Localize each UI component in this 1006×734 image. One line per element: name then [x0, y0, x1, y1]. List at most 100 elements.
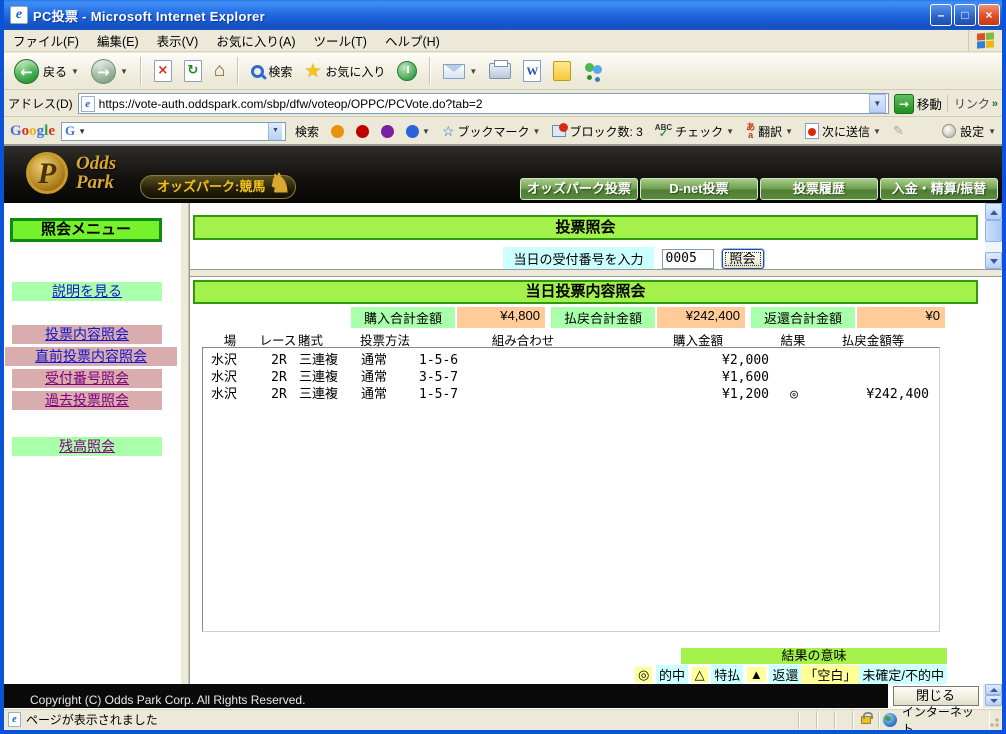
- horse-icon: ♞: [268, 168, 292, 198]
- toolbar-separator: [237, 57, 240, 85]
- status-message-panel: e ページが表示されました: [4, 710, 799, 729]
- links-menu[interactable]: リンク »: [946, 95, 998, 112]
- sidebar-link-balance[interactable]: 残高照会: [12, 437, 162, 456]
- back-button[interactable]: ← 戻る ▼: [10, 57, 83, 86]
- google-search-button[interactable]: 検索: [292, 122, 322, 141]
- google-logo: Google: [10, 122, 56, 139]
- favorites-button[interactable]: ★ お気に入り: [300, 58, 389, 85]
- vote-inquiry-title: 投票照会: [193, 215, 978, 240]
- mail-button[interactable]: ▼: [439, 62, 481, 81]
- title-bar: e PC投票 - Microsoft Internet Explorer – □…: [4, 0, 1002, 30]
- table-row: 水沢 2R 三連複 通常 1-5-7 ¥1,200 ◎ ¥242,400: [211, 387, 929, 402]
- search-button[interactable]: 検索: [247, 61, 296, 82]
- word-icon: W: [523, 60, 542, 82]
- google-settings-button[interactable]: 設定 ▼: [942, 123, 996, 140]
- totals-summary: 購入合計金額 ¥4,800 払戻合計金額 ¥242,400 返還合計金額 ¥0: [345, 307, 945, 328]
- nav-deposit-button[interactable]: 入金・精算/振替: [880, 178, 998, 200]
- receipt-number-label: 当日の受付番号を入力: [503, 247, 654, 270]
- site-info-icon[interactable]: [328, 124, 347, 139]
- menu-favorites[interactable]: お気に入り(A): [207, 28, 304, 53]
- home-button[interactable]: ⌂: [210, 58, 229, 84]
- go-button[interactable]: → 移動: [893, 93, 942, 114]
- frame-divider-horizontal[interactable]: [190, 269, 1002, 277]
- purchase-total-label: 購入合計金額: [351, 307, 455, 328]
- menu-help[interactable]: ヘルプ(H): [376, 28, 449, 53]
- popup-blocker-button[interactable]: ブロック数: 3: [549, 122, 645, 141]
- scroll-down-icon[interactable]: [985, 252, 1002, 269]
- menu-tools[interactable]: ツール(T): [304, 28, 375, 53]
- window-title: PC投票 - Microsoft Internet Explorer: [33, 8, 265, 24]
- menu-edit[interactable]: 編集(E): [88, 28, 148, 53]
- sidebar-link-last-vote-inquiry[interactable]: 直前投票内容照会: [5, 347, 177, 366]
- spellcheck-button[interactable]: ABC ✓ チェック ▼: [652, 122, 737, 141]
- receipt-number-input[interactable]: [661, 248, 714, 269]
- status-bar: e ページが表示されました インターネット: [4, 705, 1002, 730]
- keiba-badge: オッズパーク:競馬 ♞: [140, 170, 297, 199]
- forward-icon: →: [90, 58, 116, 84]
- resize-grip[interactable]: [989, 710, 1002, 729]
- address-input[interactable]: e https://vote-auth.oddspark.com/sbp/dfw…: [77, 93, 889, 114]
- bookmark-star-icon: ☆: [441, 122, 455, 139]
- print-icon: [489, 60, 512, 79]
- minimize-button[interactable]: –: [930, 4, 952, 26]
- scroll-up-icon[interactable]: [985, 684, 1002, 695]
- top-frame-scrollbar[interactable]: [985, 203, 1002, 269]
- translate-icon: あa: [746, 122, 756, 140]
- highlighter-icon: ✎: [892, 123, 904, 138]
- legend-blank-symbol: 「空白」: [801, 665, 860, 684]
- payout-total-label: 払戻合計金額: [551, 307, 655, 328]
- sidebar-link-vote-inquiry[interactable]: 投票内容照会: [12, 325, 162, 344]
- history-button[interactable]: [393, 59, 421, 83]
- nav-dnet-vote-button[interactable]: D-net投票: [640, 178, 758, 200]
- main-frames: 投票照会 当日の受付番号を入力 照会 当日投票内容照会 購入合計金額: [190, 203, 1002, 684]
- send-to-button[interactable]: 次に送信 ▼: [802, 122, 884, 141]
- sidebar-link-help[interactable]: 説明を見る: [12, 282, 162, 301]
- edit-word-button[interactable]: W: [519, 58, 545, 84]
- rakuten-icon[interactable]: [353, 124, 372, 139]
- scroll-thumb[interactable]: [985, 220, 1002, 242]
- translate-button[interactable]: あa 翻訳 ▼: [743, 122, 796, 141]
- inquiry-submit-button[interactable]: 照会: [721, 248, 764, 269]
- refresh-icon: ↻: [183, 60, 202, 82]
- nav-vote-history-button[interactable]: 投票履歴: [760, 178, 878, 200]
- lock-icon: [860, 711, 873, 724]
- sidebar-link-past-votes[interactable]: 過去投票照会: [12, 391, 162, 410]
- nav-oddspark-vote-button[interactable]: オッズパーク投票: [520, 178, 638, 200]
- page-footer: Copyright (C) Odds Park Corp. All Rights…: [4, 684, 983, 708]
- highlighter-button[interactable]: ✎: [890, 122, 907, 140]
- address-label: アドレス(D): [8, 97, 73, 111]
- refund-total-value: ¥0: [857, 307, 945, 328]
- scroll-down-icon[interactable]: [985, 695, 1002, 706]
- google-search-dropdown-icon[interactable]: ▼: [78, 127, 86, 136]
- frame-divider-vertical[interactable]: [180, 203, 190, 684]
- address-dropdown-icon[interactable]: ▼: [868, 94, 886, 113]
- stop-button[interactable]: ×: [150, 58, 176, 84]
- google-search-input[interactable]: G ▼ ▼: [61, 121, 287, 141]
- scroll-up-icon[interactable]: [985, 203, 1002, 220]
- menu-file[interactable]: ファイル(F): [4, 28, 88, 53]
- messenger-button[interactable]: [579, 59, 609, 83]
- bottom-frame-scrollbar[interactable]: [985, 684, 1002, 708]
- forward-button[interactable]: → ▼: [87, 57, 132, 86]
- extra-tool-icon[interactable]: ▼: [403, 124, 433, 139]
- sidebar-link-receipt-number[interactable]: 受付番号照会: [12, 369, 162, 388]
- maximize-button[interactable]: □: [954, 4, 976, 26]
- toolbar-separator: [139, 57, 142, 85]
- google-bookmarks-button[interactable]: ☆ ブックマーク ▼: [439, 122, 544, 141]
- back-dropdown-icon[interactable]: ▼: [71, 67, 79, 76]
- yahoo-icon[interactable]: [378, 124, 397, 139]
- menu-view[interactable]: 表示(V): [148, 28, 208, 53]
- oddspark-logo[interactable]: P Odds Park: [26, 152, 116, 194]
- status-panel: [817, 710, 835, 729]
- print-button[interactable]: [485, 60, 515, 81]
- discuss-button[interactable]: [549, 59, 575, 83]
- forward-dropdown-icon[interactable]: ▼: [120, 67, 128, 76]
- refund-total-label: 返還合計金額: [751, 307, 855, 328]
- oddspark-brand: Odds Park: [76, 153, 117, 193]
- legend-title: 結果の意味: [681, 648, 947, 664]
- mail-dropdown-icon[interactable]: ▼: [469, 67, 477, 76]
- close-button[interactable]: ×: [978, 4, 1000, 26]
- send-to-icon: [805, 123, 820, 139]
- google-search-history-icon[interactable]: ▼: [268, 122, 283, 140]
- refresh-button[interactable]: ↻: [180, 58, 206, 84]
